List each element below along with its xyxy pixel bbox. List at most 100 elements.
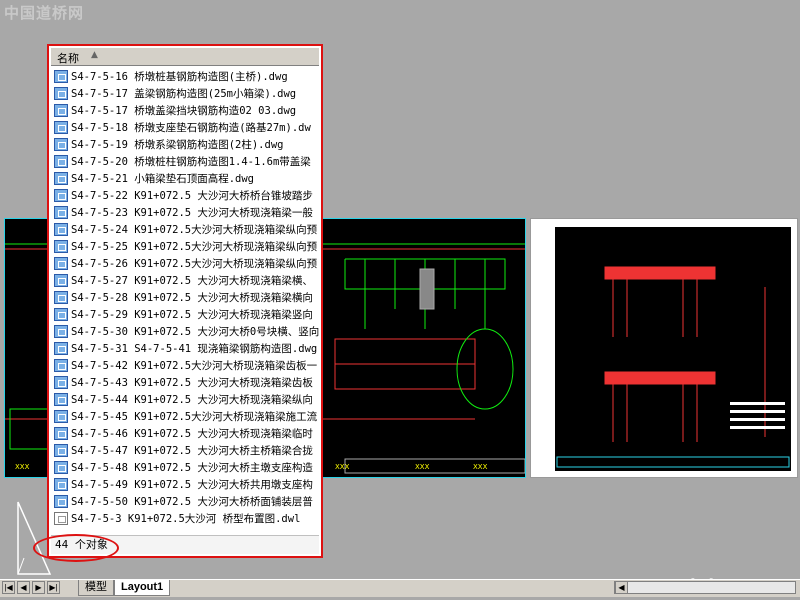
file-list-item[interactable]: S4-7-5-19 桥墩系梁钢筋构造图(2柱).dwg: [51, 136, 319, 153]
file-list-item[interactable]: S4-7-5-29 K91+072.5 大沙河大桥现浇箱梁竖向: [51, 306, 319, 323]
dwg-file-icon: [54, 70, 68, 83]
dwg-file-icon: [54, 444, 68, 457]
file-list-item[interactable]: S4-7-5-3 K91+072.5大沙河 桥型布置图.dwl: [51, 510, 319, 527]
file-list-item[interactable]: S4-7-5-42 K91+072.5大沙河大桥现浇箱梁齿板一: [51, 357, 319, 374]
dwg-file-icon: [54, 359, 68, 372]
file-list-item[interactable]: S4-7-5-22 K91+072.5 大沙河大桥桥台锥坡踏步: [51, 187, 319, 204]
file-name: S4-7-5-21 小箱梁垫石顶面高程.dwg: [71, 173, 255, 185]
file-name: S4-7-5-25 K91+072.5大沙河大桥现浇箱梁纵向预: [71, 241, 318, 253]
horizontal-scrollbar[interactable]: ◀: [614, 581, 796, 594]
file-list[interactable]: S4-7-5-16 桥墩桩基钢筋构造图(主桥).dwg S4-7-5-17 盖梁钢…: [51, 68, 319, 527]
drawing-sheet-right[interactable]: [530, 218, 798, 478]
file-name: S4-7-5-44 K91+072.5 大沙河大桥现浇箱梁纵向: [71, 394, 313, 406]
file-list-item[interactable]: S4-7-5-48 K91+072.5 大沙河大桥主墩支座构造: [51, 459, 319, 476]
file-name: S4-7-5-49 K91+072.5 大沙河大桥共用墩支座构: [71, 479, 313, 491]
file-list-item[interactable]: S4-7-5-43 K91+072.5 大沙河大桥现浇箱梁齿板: [51, 374, 319, 391]
file-name: S4-7-5-50 K91+072.5 大沙河大桥桥面铺装层普: [71, 496, 313, 508]
dwg-file-icon: [54, 223, 68, 236]
file-list-item[interactable]: S4-7-5-45 K91+072.5大沙河大桥现浇箱梁施工流: [51, 408, 319, 425]
file-list-item[interactable]: S4-7-5-31 S4-7-5-41 现浇箱梁钢筋构造图.dwg: [51, 340, 319, 357]
dwg-file-icon: [54, 274, 68, 287]
file-name: S4-7-5-48 K91+072.5 大沙河大桥主墩支座构造: [71, 462, 313, 474]
file-list-item[interactable]: S4-7-5-26 K91+072.5大沙河大桥现浇箱梁纵向预: [51, 255, 319, 272]
cad-drawing-right: [556, 266, 790, 468]
file-name: S4-7-5-3 K91+072.5大沙河 桥型布置图.dwl: [71, 513, 301, 525]
file-name: S4-7-5-19 桥墩系梁钢筋构造图(2柱).dwg: [71, 139, 284, 151]
dwg-file-icon: [54, 104, 68, 117]
tab-layout1[interactable]: Layout1: [114, 580, 171, 596]
file-name: S4-7-5-18 桥墩支座垫石钢筋构造(路基27m).dw: [71, 122, 311, 134]
dwg-file-icon: [54, 155, 68, 168]
dwg-file-icon: [54, 393, 68, 406]
dwg-file-icon: [54, 478, 68, 491]
dwg-file-icon: [54, 172, 68, 185]
tab-model[interactable]: 模型: [78, 580, 114, 596]
prev-tab-button[interactable]: ◀: [17, 581, 30, 594]
file-list-item[interactable]: S4-7-5-17 桥墩盖梁挡块钢筋构造02 03.dwg: [51, 102, 319, 119]
file-list-item[interactable]: S4-7-5-28 K91+072.5 大沙河大桥现浇箱梁横向: [51, 289, 319, 306]
dwg-file-icon: [54, 206, 68, 219]
file-name: S4-7-5-17 桥墩盖梁挡块钢筋构造02 03.dwg: [71, 105, 297, 117]
dwg-file-icon: [54, 325, 68, 338]
file-list-item[interactable]: S4-7-5-46 K91+072.5 大沙河大桥现浇箱梁临时: [51, 425, 319, 442]
dwg-file-icon: [54, 376, 68, 389]
file-list-item[interactable]: S4-7-5-47 K91+072.5 大沙河大桥主桥箱梁合拢: [51, 442, 319, 459]
file-list-item[interactable]: S4-7-5-49 K91+072.5 大沙河大桥共用墩支座构: [51, 476, 319, 493]
file-name: S4-7-5-47 K91+072.5 大沙河大桥主桥箱梁合拢: [71, 445, 313, 457]
first-tab-button[interactable]: |◀: [2, 581, 15, 594]
file-list-item[interactable]: S4-7-5-50 K91+072.5 大沙河大桥桥面铺装层普: [51, 493, 319, 510]
file-list-item[interactable]: S4-7-5-27 K91+072.5 大沙河大桥现浇箱梁横、: [51, 272, 319, 289]
list-header[interactable]: 名称 ▲: [51, 48, 319, 66]
file-list-item[interactable]: S4-7-5-20 桥墩桩柱钢筋构造图1.4-1.6m带盖梁: [51, 153, 319, 170]
drawing-viewport-right: [555, 227, 791, 471]
layout-tab-bar: |◀ ◀ ▶ ▶| 模型 Layout1 ◀: [0, 579, 800, 597]
file-list-item[interactable]: S4-7-5-18 桥墩支座垫石钢筋构造(路基27m).dw: [51, 119, 319, 136]
file-list-item[interactable]: S4-7-5-17 盖梁钢筋构造图(25m小箱梁).dwg: [51, 85, 319, 102]
file-name: S4-7-5-26 K91+072.5大沙河大桥现浇箱梁纵向预: [71, 258, 318, 270]
file-name: S4-7-5-16 桥墩桩基钢筋构造图(主桥).dwg: [71, 71, 288, 83]
file-list-panel[interactable]: 名称 ▲ S4-7-5-16 桥墩桩基钢筋构造图(主桥).dwg S4-7-5-1…: [47, 44, 323, 558]
file-list-item[interactable]: S4-7-5-16 桥墩桩基钢筋构造图(主桥).dwg: [51, 68, 319, 85]
file-name: S4-7-5-27 K91+072.5 大沙河大桥现浇箱梁横、: [71, 275, 313, 287]
file-name: S4-7-5-31 S4-7-5-41 现浇箱梁钢筋构造图.dwg: [71, 343, 318, 355]
file-name: S4-7-5-22 K91+072.5 大沙河大桥桥台锥坡踏步: [71, 190, 313, 202]
file-name: S4-7-5-28 K91+072.5 大沙河大桥现浇箱梁横向: [71, 292, 313, 304]
dwg-file-icon: [54, 240, 68, 253]
file-name: S4-7-5-17 盖梁钢筋构造图(25m小箱梁).dwg: [71, 88, 297, 100]
dwg-file-icon: [54, 495, 68, 508]
file-list-item[interactable]: S4-7-5-24 K91+072.5大沙河大桥现浇箱梁纵向预: [51, 221, 319, 238]
svg-text:XXX: XXX: [335, 463, 350, 471]
dwg-file-icon: [54, 257, 68, 270]
svg-text:XXX: XXX: [415, 463, 430, 471]
object-count: 44 个对象: [55, 538, 108, 551]
file-list-item[interactable]: S4-7-5-30 K91+072.5 大沙河大桥0号块横、竖向: [51, 323, 319, 340]
dwg-file-icon: [54, 461, 68, 474]
file-list-item[interactable]: S4-7-5-21 小箱梁垫石顶面高程.dwg: [51, 170, 319, 187]
sort-ascending-icon: ▲: [91, 50, 98, 60]
dwg-file-icon: [54, 121, 68, 134]
dwg-file-icon: [54, 342, 68, 355]
dwg-file-icon: [54, 138, 68, 151]
file-list-item[interactable]: S4-7-5-44 K91+072.5 大沙河大桥现浇箱梁纵向: [51, 391, 319, 408]
file-name: S4-7-5-23 K91+072.5 大沙河大桥现浇箱梁一般: [71, 207, 313, 219]
dwg-file-icon: [54, 410, 68, 423]
column-header-name[interactable]: 名称: [57, 50, 79, 66]
file-name: S4-7-5-46 K91+072.5 大沙河大桥现浇箱梁临时: [71, 428, 313, 440]
dwg-file-icon: [54, 87, 68, 100]
svg-text:XXX: XXX: [15, 463, 30, 471]
scroll-left-button[interactable]: ◀: [615, 581, 628, 594]
next-tab-button[interactable]: ▶: [32, 581, 45, 594]
file-name: S4-7-5-24 K91+072.5大沙河大桥现浇箱梁纵向预: [71, 224, 318, 236]
file-name: S4-7-5-20 桥墩桩柱钢筋构造图1.4-1.6m带盖梁: [71, 156, 311, 168]
file-list-item[interactable]: S4-7-5-23 K91+072.5 大沙河大桥现浇箱梁一般: [51, 204, 319, 221]
file-list-item[interactable]: S4-7-5-25 K91+072.5大沙河大桥现浇箱梁纵向预: [51, 238, 319, 255]
svg-text:XXX: XXX: [473, 463, 488, 471]
dwg-file-icon: [54, 427, 68, 440]
dwg-file-icon: [54, 189, 68, 202]
file-name: S4-7-5-42 K91+072.5大沙河大桥现浇箱梁齿板一: [71, 360, 318, 372]
file-name: S4-7-5-45 K91+072.5大沙河大桥现浇箱梁施工流: [71, 411, 318, 423]
file-name: S4-7-5-43 K91+072.5 大沙河大桥现浇箱梁齿板: [71, 377, 313, 389]
dwg-file-icon: [54, 291, 68, 304]
last-tab-button[interactable]: ▶|: [47, 581, 60, 594]
watermark-top: 中国道桥网: [4, 4, 85, 22]
